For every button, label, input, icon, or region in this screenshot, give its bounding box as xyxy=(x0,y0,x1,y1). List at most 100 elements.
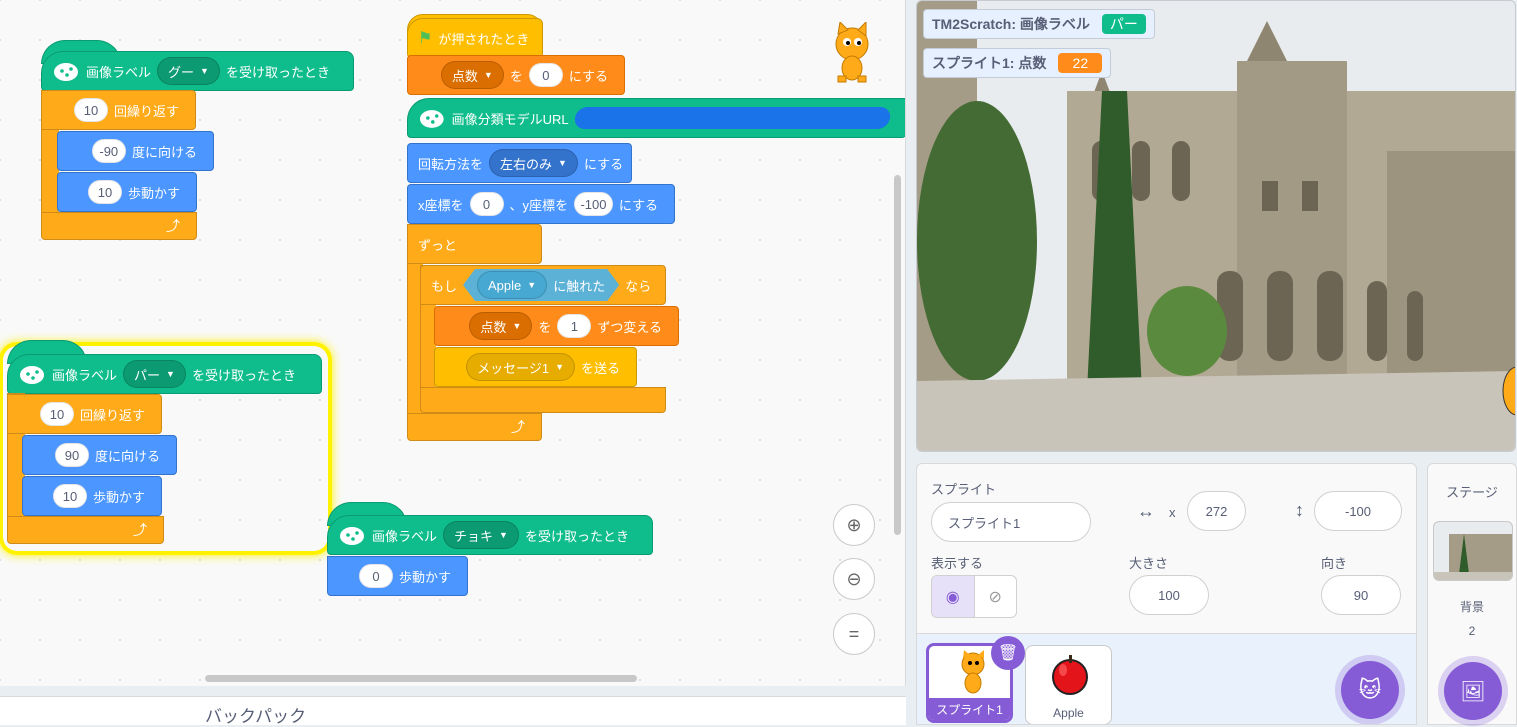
variable-dropdown-value: 点数 xyxy=(480,319,507,335)
sprite-cat-on-stage[interactable] xyxy=(1495,361,1516,421)
steps-input[interactable]: 10 xyxy=(52,484,87,508)
visibility-toggle: ◉ ⊘ xyxy=(931,575,1017,618)
label-dropdown[interactable]: グー ▼ xyxy=(157,57,220,85)
direction-input[interactable]: 90 xyxy=(1321,575,1401,615)
backdrop-count: 2 xyxy=(1468,624,1476,638)
forever-footer: ⤴ xyxy=(407,413,542,441)
y-label: 、y座標を xyxy=(509,197,569,213)
label-dropdown-value: グー xyxy=(168,64,195,80)
label-dropdown-value: パー xyxy=(134,367,161,383)
set-value-input[interactable]: 0 xyxy=(528,63,563,87)
add-backdrop-button[interactable]: 🖼 xyxy=(1444,662,1502,720)
go-to-xy-block[interactable]: x座標を 0 、y座標を -100 にする xyxy=(407,184,675,224)
trash-icon: 🗑 xyxy=(997,645,1019,662)
hat-label: 画像ラベル xyxy=(52,367,118,383)
label-dropdown[interactable]: パー ▼ xyxy=(123,360,186,388)
stage-pane-title: ステージ xyxy=(1446,485,1498,500)
show-label: 表示する xyxy=(931,556,984,571)
message-value: メッセージ1 xyxy=(477,360,550,376)
x-label: x xyxy=(1169,505,1176,520)
size-input[interactable]: 100 xyxy=(1129,575,1209,615)
zoom-in-button[interactable]: ⊕ xyxy=(833,504,875,546)
chevron-down-icon: ▼ xyxy=(499,530,508,540)
change-value-input[interactable]: 1 xyxy=(557,314,592,338)
repeat-block[interactable]: 10 回繰り返す xyxy=(7,394,162,434)
monitor-label: TM2Scratch: 画像ラベル xyxy=(932,16,1090,32)
x-input[interactable]: 0 xyxy=(469,192,504,216)
vertical-arrows-icon: ↕ xyxy=(1295,500,1304,520)
set-variable-block[interactable]: 点数 ▼ を 0 にする xyxy=(407,55,625,95)
sprite-thumb-apple[interactable]: Apple xyxy=(1025,645,1112,724)
change-variable-block[interactable]: 点数 ▼ を 1 ずつ変える xyxy=(434,306,679,346)
chevron-down-icon: ▼ xyxy=(483,70,493,80)
variable-dropdown[interactable]: 点数 ▼ xyxy=(440,61,504,89)
zoom-reset-button[interactable]: = xyxy=(833,613,875,655)
touch-target-dropdown[interactable]: Apple ▼ xyxy=(477,271,547,299)
hat-suffix: を受け取ったとき xyxy=(225,64,330,80)
move-steps-block[interactable]: 0 歩動かす xyxy=(327,556,468,596)
point-label: 度に向ける xyxy=(131,144,197,160)
rotation-suffix: にする xyxy=(583,156,624,172)
vertical-scrollbar[interactable] xyxy=(894,175,901,535)
backpack-label: バックパック xyxy=(205,707,307,726)
backdrop-thumb-image xyxy=(1434,522,1512,580)
zoom-out-button[interactable]: ⊖ xyxy=(833,558,875,600)
xy-suffix: にする xyxy=(618,197,658,213)
label-dropdown[interactable]: チョキ ▼ xyxy=(443,521,519,549)
broadcast-block[interactable]: メッセージ1 ▼ を送る xyxy=(434,347,637,387)
y-position-input[interactable]: -100 xyxy=(1314,491,1402,531)
loop-arrow-icon: ⤴ xyxy=(133,522,147,538)
hide-button[interactable]: ⊘ xyxy=(973,576,1017,617)
model-url-block[interactable]: 画像分類モデルURL xyxy=(407,98,905,138)
eye-icon: ◉ xyxy=(945,588,960,606)
variable-dropdown[interactable]: 点数 ▼ xyxy=(469,312,533,340)
rotation-style-dropdown[interactable]: 左右のみ ▼ xyxy=(489,149,578,177)
point-direction-block[interactable]: -90 度に向ける xyxy=(57,131,214,171)
sprite-list: スプライト1 🗑 Apple 🐱 xyxy=(917,633,1416,724)
change-by-label: を xyxy=(538,319,552,335)
repeat-block[interactable]: 10 回繰り返す xyxy=(41,90,196,130)
when-label-goo-hat[interactable]: 画像ラベル グー ▼ を受け取ったとき xyxy=(41,51,354,91)
direction-input[interactable]: 90 xyxy=(54,443,89,467)
stage[interactable]: TM2Scratch: 画像ラベル パー スプライト1: 点数 22 xyxy=(916,0,1516,452)
model-url-label: 画像分類モデルURL xyxy=(451,111,569,127)
label-dropdown-value: チョキ xyxy=(454,528,494,544)
repeat-footer: ⤴ xyxy=(41,212,197,240)
backpack-bar[interactable]: バックパック xyxy=(0,696,906,726)
repeat-count-input[interactable]: 10 xyxy=(73,98,108,122)
show-visible-button[interactable]: ◉ xyxy=(932,576,974,617)
hat-label: 画像ラベル xyxy=(86,64,152,80)
repeat-count-input[interactable]: 10 xyxy=(39,402,74,426)
when-flag-clicked-hat[interactable]: ⚑ が押されたとき xyxy=(407,18,543,58)
when-label-choki-hat[interactable]: 画像ラベル チョキ ▼ を受け取ったとき xyxy=(327,515,653,555)
steps-input[interactable]: 10 xyxy=(87,180,122,204)
stage-selector-pane[interactable]: ステージ 背景 2 🖼 xyxy=(1427,463,1517,725)
zoom-reset-icon: = xyxy=(848,623,860,644)
score-monitor[interactable]: スプライト1: 点数 22 xyxy=(923,48,1112,78)
direction-input[interactable]: -90 xyxy=(91,139,126,163)
delete-sprite-button[interactable]: 🗑 xyxy=(991,636,1025,670)
forever-block[interactable]: ずっと xyxy=(407,224,542,264)
sprite-name-input[interactable]: スプライト1 xyxy=(931,502,1091,542)
label-monitor[interactable]: TM2Scratch: 画像ラベル パー xyxy=(923,9,1155,39)
steps-input[interactable]: 0 xyxy=(358,564,393,588)
when-label-paa-hat[interactable]: 画像ラベル パー ▼ を受け取ったとき xyxy=(7,354,322,394)
point-direction-block[interactable]: 90 度に向ける xyxy=(22,435,177,475)
x-position-input[interactable]: 272 xyxy=(1187,491,1246,531)
add-sprite-button[interactable]: 🐱 xyxy=(1341,661,1399,719)
y-input[interactable]: -100 xyxy=(574,192,613,216)
move-steps-block[interactable]: 10 歩動かす xyxy=(57,172,197,212)
touching-condition[interactable]: Apple ▼ に触れた xyxy=(463,269,619,301)
horizontal-scrollbar[interactable] xyxy=(205,675,637,682)
move-steps-block[interactable]: 10 歩動かす xyxy=(22,476,162,516)
code-workspace[interactable]: 画像ラベル グー ▼ を受け取ったとき 10 回繰り返す -90 度に向ける 10… xyxy=(0,0,906,686)
backdrop-thumbnail[interactable] xyxy=(1433,521,1513,581)
message-dropdown[interactable]: メッセージ1 ▼ xyxy=(466,353,575,381)
size-label: 大きさ xyxy=(1129,556,1169,571)
loop-arrow-icon: ⤴ xyxy=(511,419,525,435)
if-footer xyxy=(420,387,666,413)
rotation-style-block[interactable]: 回転方法を 左右のみ ▼ にする xyxy=(407,143,632,183)
if-then-block[interactable]: もし Apple ▼ に触れた なら xyxy=(420,265,666,305)
zoom-out-icon: ⊖ xyxy=(846,568,862,589)
monitor-label: スプライト1: 点数 xyxy=(932,55,1047,71)
